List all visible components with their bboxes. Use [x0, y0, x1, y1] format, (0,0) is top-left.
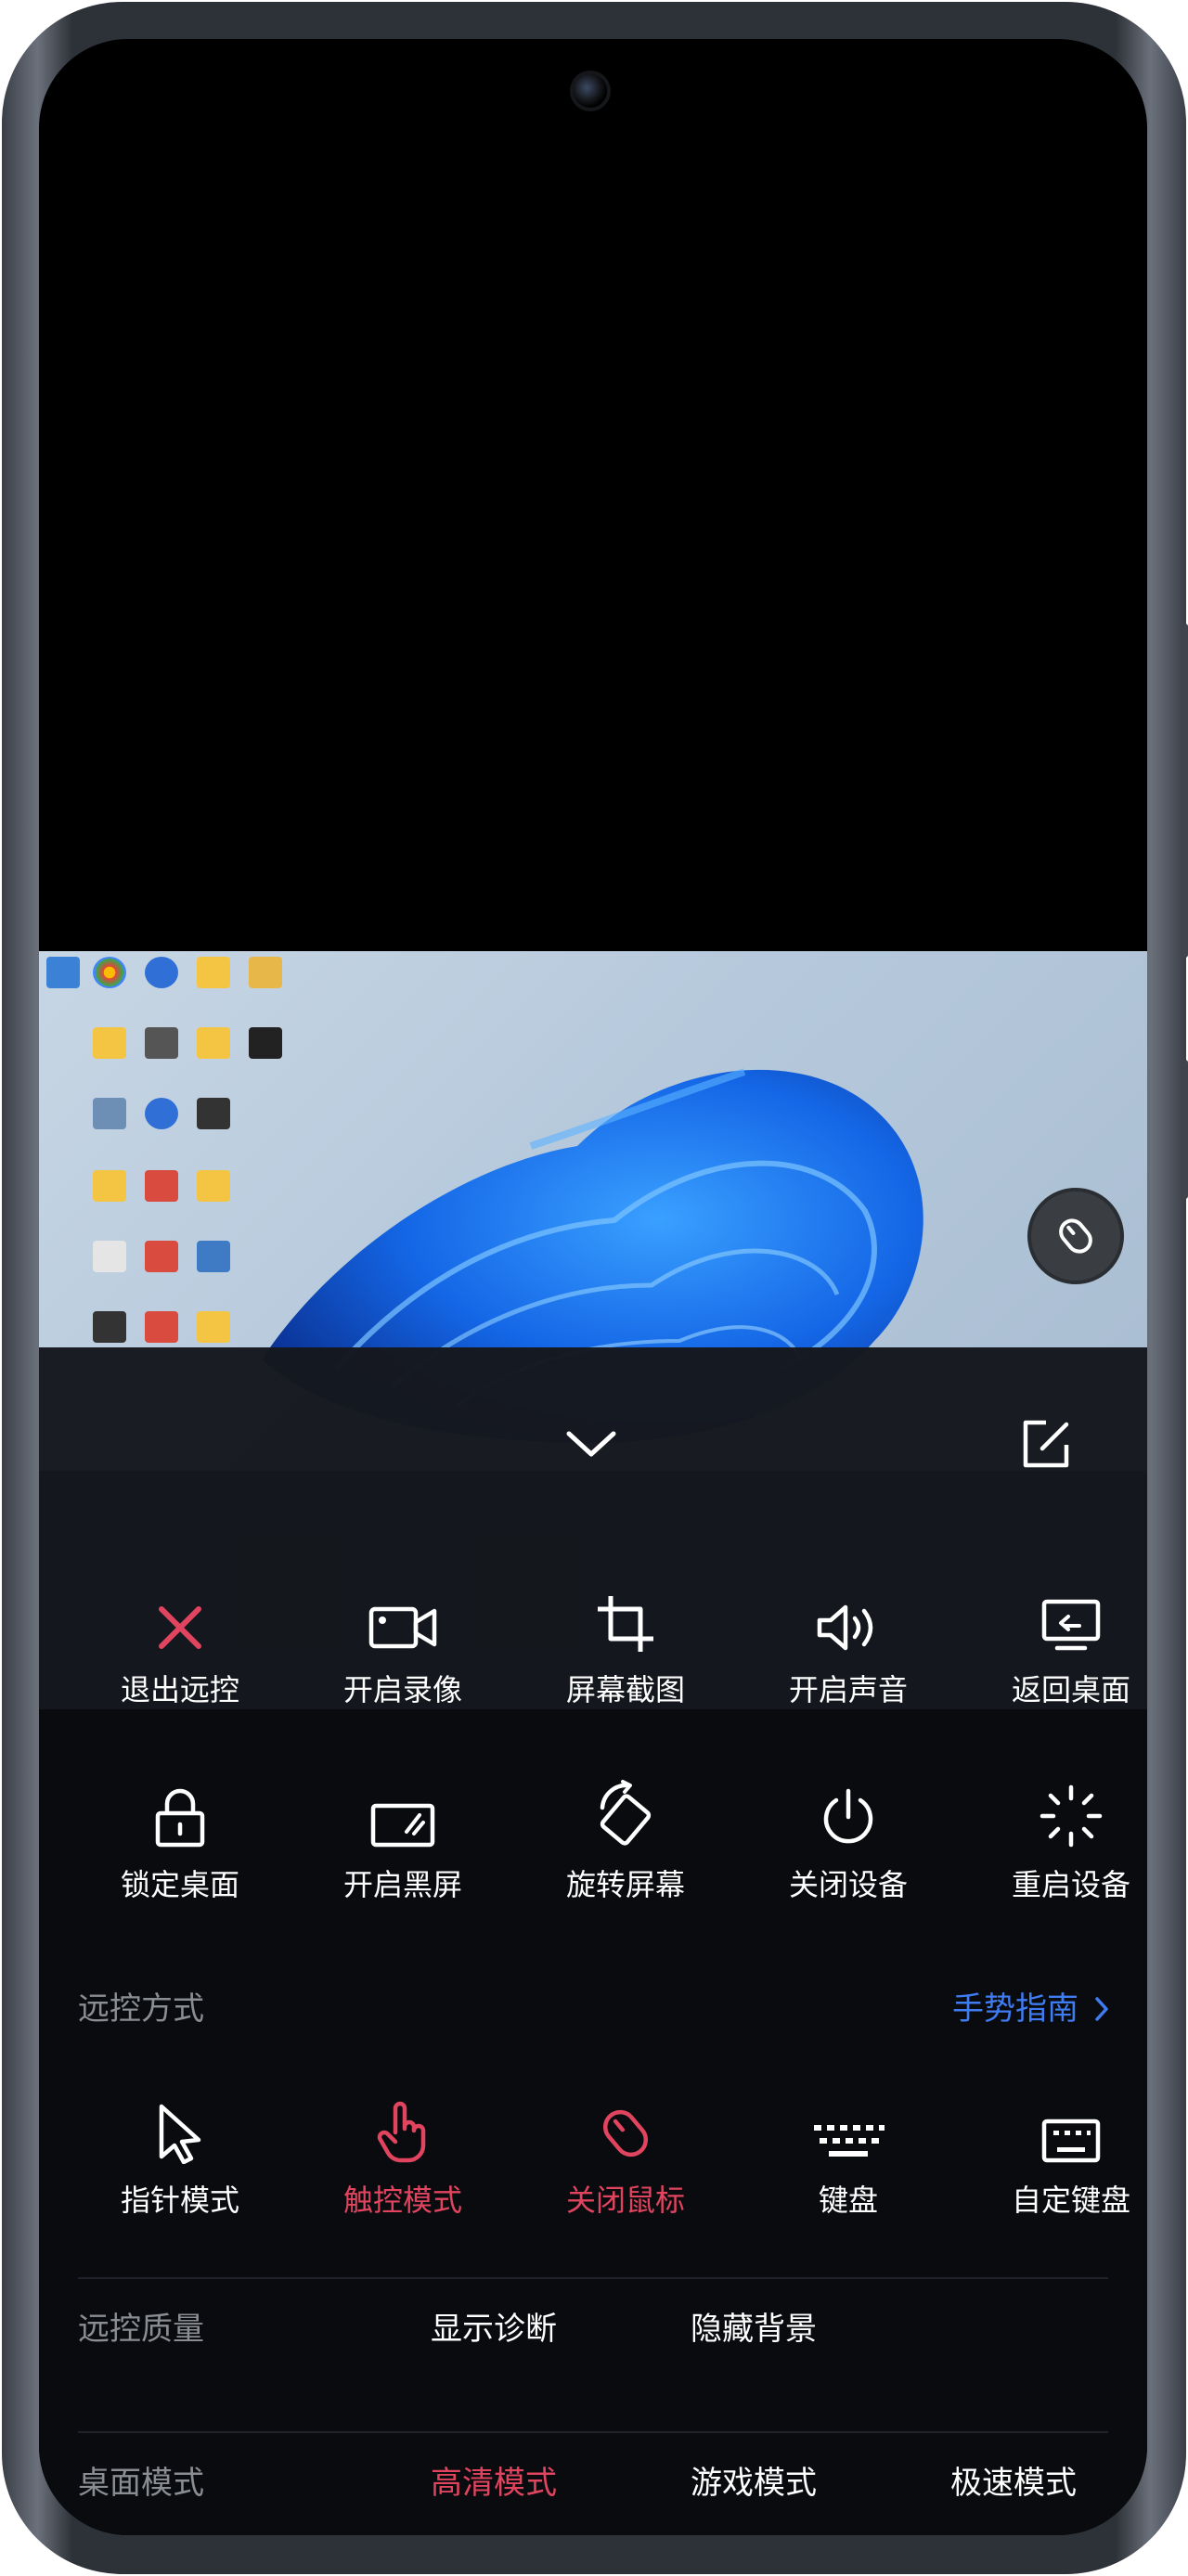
touch-mode-label: 触控模式: [342, 2183, 462, 2218]
keyboard-button[interactable]: 键盘: [737, 2090, 960, 2238]
rotate-screen-icon: [600, 1780, 652, 1846]
disable-mouse-label: 关闭鼠标: [565, 2183, 685, 2218]
pointer-mode-button[interactable]: 指针模式: [69, 2090, 291, 2238]
edit-icon: [1023, 1420, 1069, 1468]
start-recording-button[interactable]: 开启录像: [291, 1579, 514, 1728]
pointer-cursor-icon: [159, 2104, 201, 2164]
black-screen-button[interactable]: 开启黑屏: [291, 1774, 514, 1923]
lock-desktop-button[interactable]: 锁定桌面: [69, 1774, 291, 1923]
black-screen-icon: [370, 1803, 435, 1848]
screenshot-label: 屏幕截图: [565, 1672, 685, 1707]
monitor-return-icon: [1041, 1599, 1101, 1651]
desktop-icon: [145, 1027, 178, 1059]
desktop-icons: [39, 951, 282, 1378]
remote-mode-title: 远控方式: [78, 1990, 204, 2028]
folder-icon: [93, 1027, 126, 1059]
lock-desktop-label: 锁定桌面: [120, 1867, 239, 1902]
desktop-icon: [93, 1311, 126, 1343]
gesture-guide-link[interactable]: 手势指南: [952, 1990, 1110, 2028]
start-recording-label: 开启录像: [342, 1672, 462, 1707]
folder-icon: [197, 1311, 230, 1343]
desktop-icon: [93, 1241, 126, 1272]
restart-spinner-icon: [1040, 1784, 1103, 1848]
folder-icon: [249, 957, 282, 988]
black-screen-label: 开启黑屏: [342, 1867, 462, 1902]
quality-title: 远控质量: [78, 2311, 204, 2348]
video-camera-icon: [368, 1606, 437, 1649]
speaker-icon: [817, 1604, 873, 1651]
divider: [78, 2431, 1108, 2433]
close-x-icon: [159, 1606, 201, 1649]
collapse-panel-button[interactable]: [559, 1420, 624, 1466]
power-icon: [823, 1788, 873, 1844]
game-mode-option[interactable]: 游戏模式: [691, 2465, 817, 2502]
exit-remote-label: 退出远控: [120, 1672, 239, 1707]
disable-mouse-button[interactable]: 关闭鼠标: [514, 2090, 737, 2238]
folder-icon: [197, 1027, 230, 1059]
folder-icon: [93, 1170, 126, 1202]
show-diagnostics-option[interactable]: 显示诊断: [431, 2311, 557, 2348]
rotate-screen-label: 旋转屏幕: [565, 1867, 685, 1902]
folder-icon: [197, 957, 230, 988]
hd-mode-option[interactable]: 高清模式: [431, 2465, 557, 2502]
desktop-icon: [46, 957, 80, 988]
restart-device-button[interactable]: 重启设备: [960, 1774, 1147, 1923]
desktop-icon: [197, 1098, 230, 1129]
desktop-mode-title: 桌面模式: [78, 2465, 204, 2502]
custom-keyboard-button[interactable]: 自定键盘: [960, 2090, 1147, 2238]
touch-mode-button[interactable]: 触控模式: [291, 2090, 514, 2238]
front-camera: [574, 74, 607, 108]
folder-icon: [197, 1170, 230, 1202]
pdf-icon: [145, 1311, 178, 1343]
phone-screen: 退出远控 开启录像 屏幕截图 开启声音 返回桌面 锁定桌面 开启黑屏 旋转屏幕 …: [39, 39, 1147, 2535]
shutdown-device-label: 关闭设备: [788, 1867, 908, 1902]
floating-mouse-button[interactable]: [1027, 1188, 1124, 1284]
exit-remote-button[interactable]: 退出远控: [69, 1579, 291, 1728]
return-desktop-button[interactable]: 返回桌面: [960, 1579, 1147, 1728]
mouse-icon: [602, 2109, 649, 2157]
restart-device-label: 重启设备: [1011, 1867, 1130, 1902]
enable-sound-label: 开启声音: [788, 1672, 908, 1707]
keyboard-icon: [814, 2125, 885, 2157]
touch-hand-icon: [377, 2101, 426, 2163]
phone-frame: 退出远控 开启录像 屏幕截图 开启声音 返回桌面 锁定桌面 开启黑屏 旋转屏幕 …: [2, 2, 1188, 2574]
pointer-mode-label: 指针模式: [120, 2183, 239, 2218]
shutdown-device-button[interactable]: 关闭设备: [737, 1774, 960, 1923]
python-icon: [197, 1241, 230, 1272]
power-button: [1181, 1060, 1188, 1199]
crop-icon: [598, 1596, 653, 1652]
remote-mode-row: 指针模式 触控模式 关闭鼠标 键盘 自定键盘: [39, 2090, 1147, 2238]
pdf-icon: [145, 1241, 178, 1272]
screenshot-button[interactable]: 屏幕截图: [514, 1579, 737, 1728]
desktop-icon: [249, 1027, 282, 1059]
custom-keyboard-label: 自定键盘: [1011, 2183, 1130, 2218]
enable-sound-button[interactable]: 开启声音: [737, 1579, 960, 1728]
chevron-right-icon: [1095, 1997, 1108, 2021]
desktop-icon: [93, 1098, 126, 1129]
speed-mode-option[interactable]: 极速模式: [950, 2465, 1077, 2502]
return-desktop-label: 返回桌面: [1011, 1672, 1130, 1707]
mouse-icon: [1059, 1218, 1092, 1254]
divider: [78, 2277, 1108, 2279]
hide-background-option[interactable]: 隐藏背景: [691, 2311, 817, 2348]
edit-toolbar-button[interactable]: [1014, 1412, 1078, 1477]
toolbar-row-1: 退出远控 开启录像 屏幕截图 开启声音 返回桌面: [39, 1579, 1147, 1728]
keyboard-label: 键盘: [818, 2183, 878, 2218]
lock-icon: [155, 1788, 205, 1848]
desktop-icon: [145, 1098, 178, 1129]
pdf-icon: [145, 1170, 178, 1202]
rotate-screen-button[interactable]: 旋转屏幕: [514, 1774, 737, 1923]
chrome-icon: [93, 957, 126, 988]
custom-keyboard-icon: [1041, 2119, 1101, 2163]
chevron-down-icon: [566, 1431, 616, 1457]
volume-button: [1181, 624, 1188, 958]
desktop-icon: [145, 957, 178, 988]
remote-control-panel: 退出远控 开启录像 屏幕截图 开启声音 返回桌面 锁定桌面 开启黑屏 旋转屏幕 …: [39, 1347, 1147, 2535]
gesture-guide-label: 手势指南: [952, 1990, 1078, 2028]
toolbar-row-2: 锁定桌面 开启黑屏 旋转屏幕 关闭设备 重启设备: [39, 1774, 1147, 1923]
